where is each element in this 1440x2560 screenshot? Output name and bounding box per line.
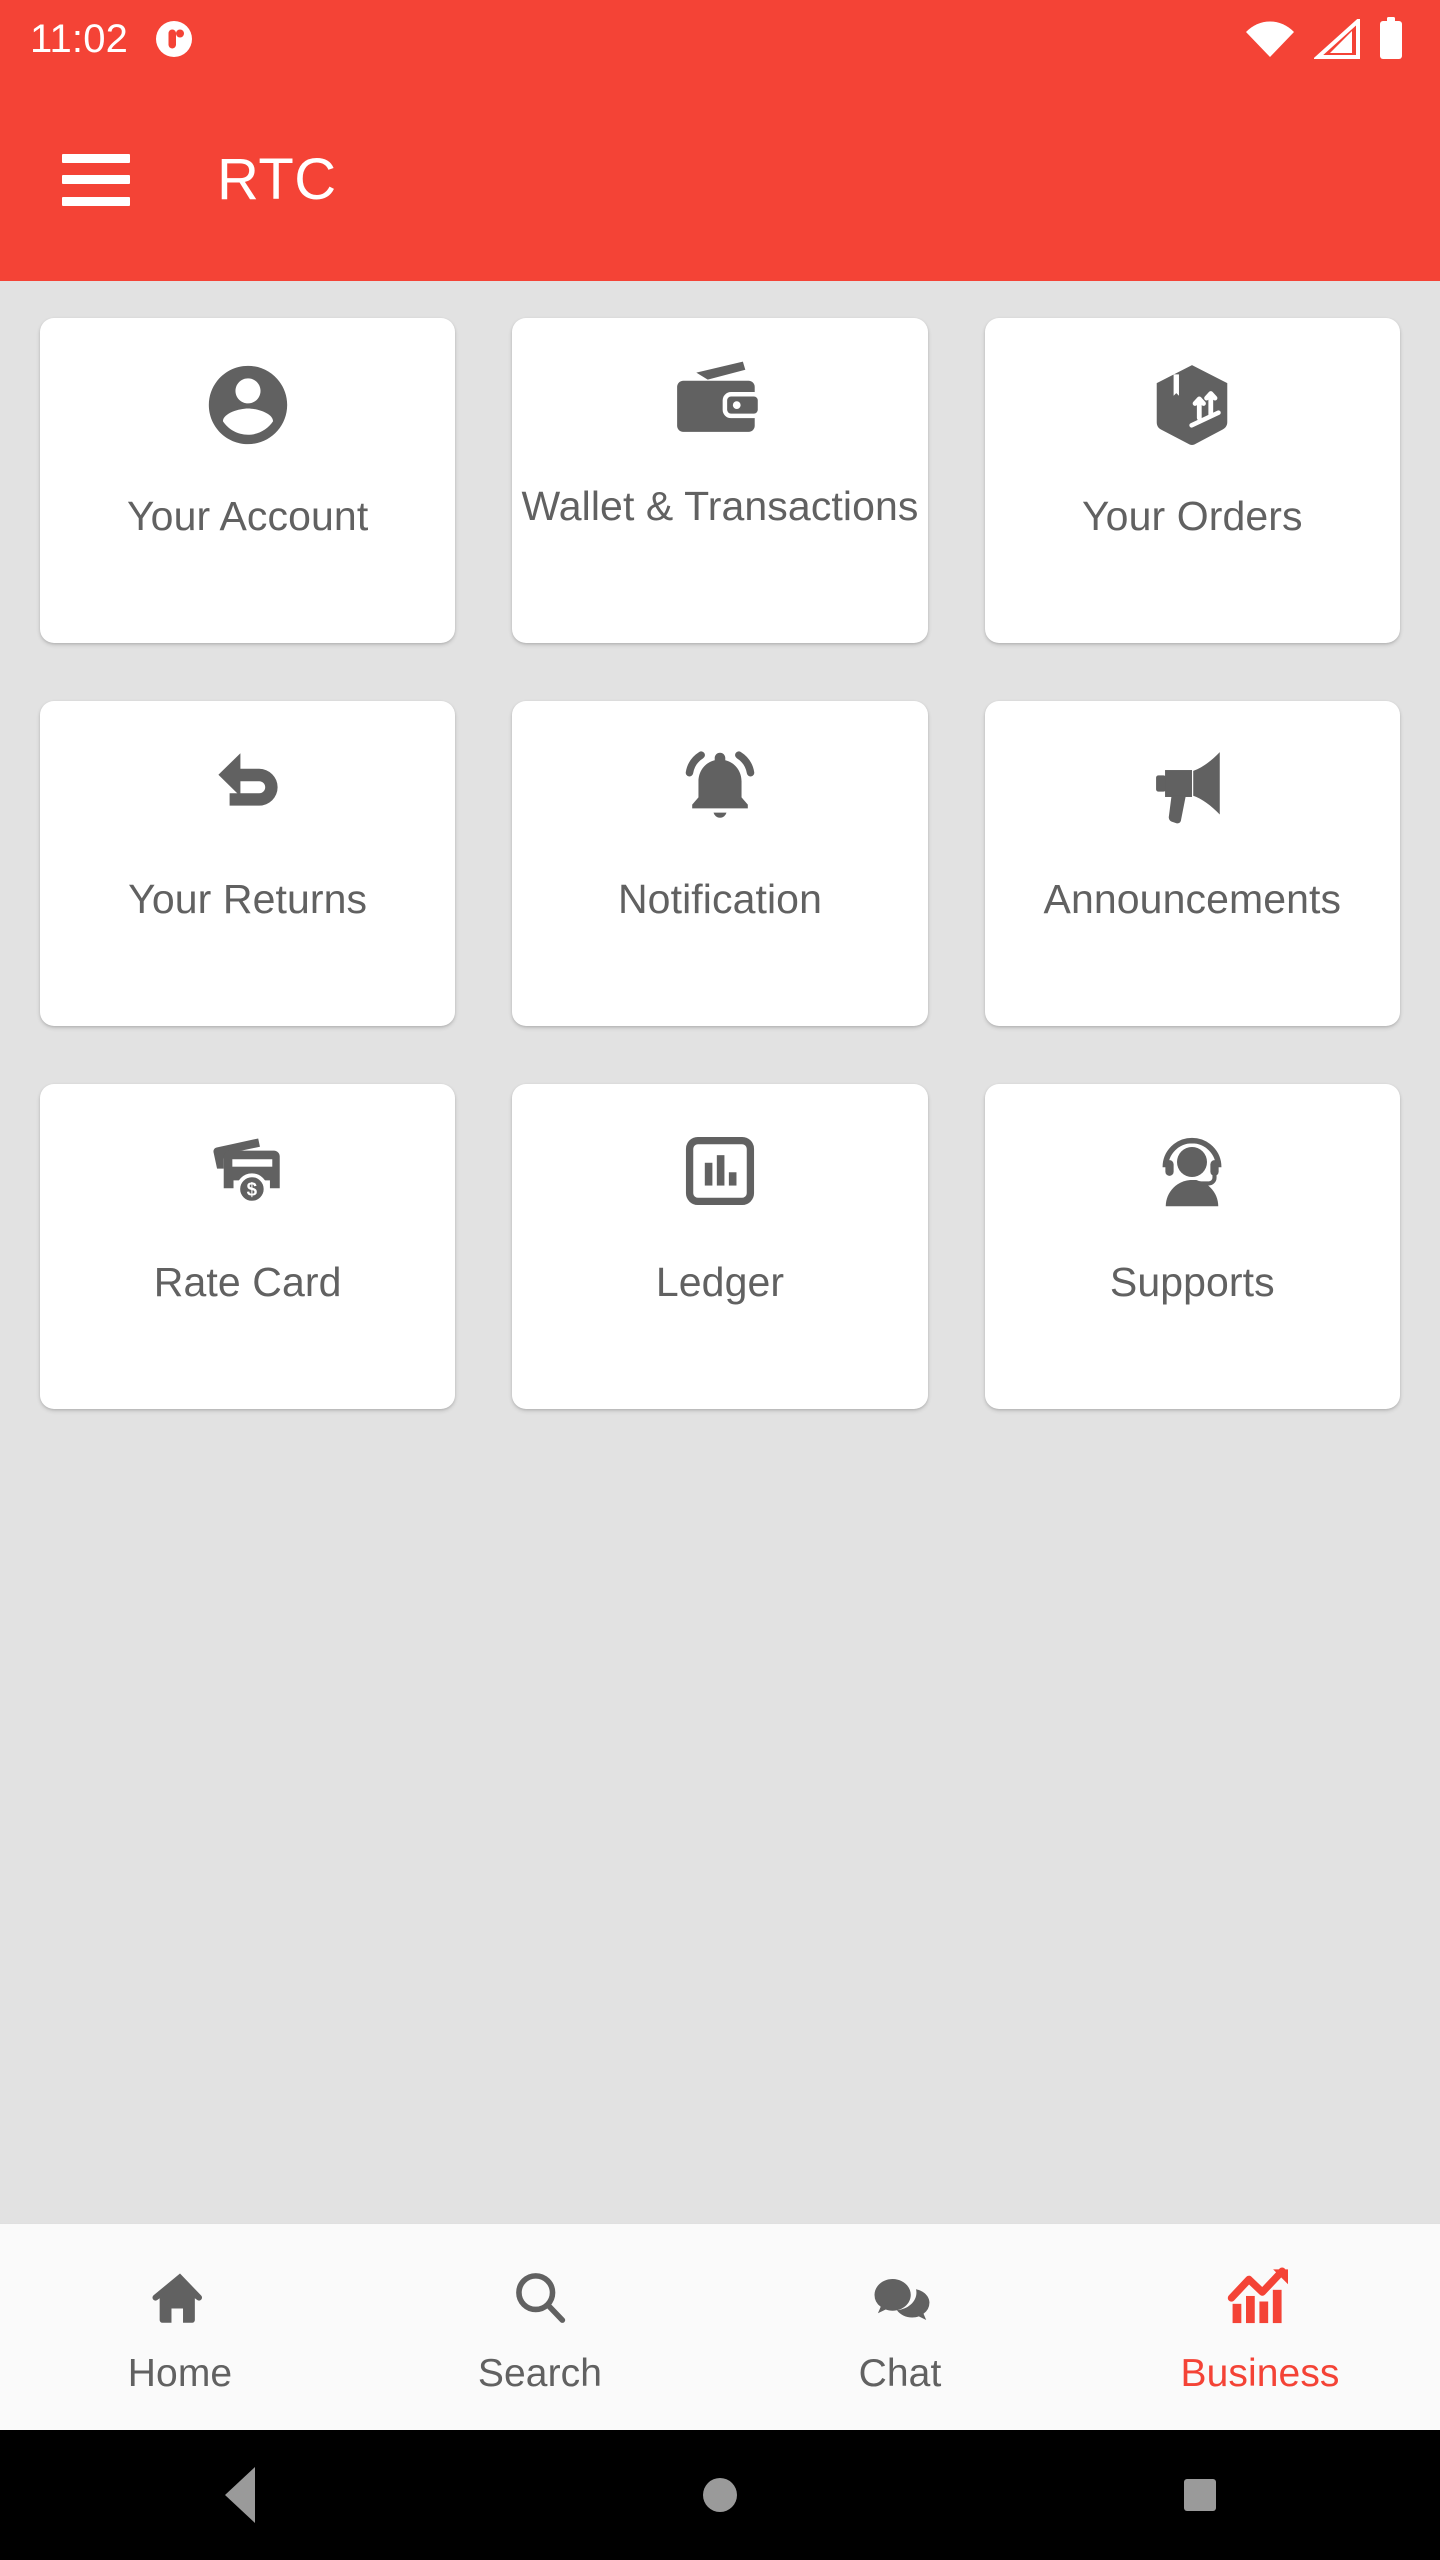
card-label: Notification	[617, 876, 822, 922]
card-label: Ledger	[655, 1259, 785, 1305]
card-notification[interactable]: Notification	[512, 701, 928, 1026]
nav-item-business[interactable]: Business	[1080, 2224, 1440, 2430]
card-announcements[interactable]: Announcements	[984, 701, 1400, 1026]
back-triangle-icon	[225, 2467, 255, 2523]
nav-label: Business	[1180, 2351, 1340, 2395]
card-wallet-transactions[interactable]: Wallet & Transactions	[512, 318, 928, 643]
system-recents-button[interactable]	[960, 2479, 1440, 2511]
card-label: Your Account	[127, 493, 369, 539]
bottom-navigation-bar: Home Search Chat Business	[0, 2223, 1440, 2430]
phone-screen: 11:02 RTC Your Account Wallet & Transact…	[0, 0, 1440, 2560]
home-icon	[147, 2262, 213, 2334]
card-label: Rate Card	[153, 1259, 342, 1305]
hamburger-menu-icon[interactable]	[62, 153, 130, 206]
card-label: Your Returns	[128, 876, 368, 922]
app-bar: RTC	[0, 78, 1440, 281]
card-label: Wallet & Transactions	[521, 483, 919, 529]
package-box-icon	[1146, 318, 1238, 478]
bar-chart-box-icon	[682, 1084, 758, 1244]
system-home-button[interactable]	[480, 2478, 960, 2512]
android-system-navigation	[0, 2430, 1440, 2560]
svg-text:$: $	[246, 1179, 257, 1200]
hamburger-line	[62, 153, 130, 163]
nav-item-chat[interactable]: Chat	[720, 2224, 1080, 2430]
nav-label: Search	[477, 2351, 603, 2395]
status-bar: 11:02	[0, 0, 1440, 78]
recents-square-icon	[1184, 2479, 1216, 2511]
home-circle-icon	[703, 2478, 737, 2512]
search-icon	[508, 2262, 572, 2334]
rate-card-dollar-icon: $	[201, 1084, 295, 1244]
card-your-returns[interactable]: Your Returns	[40, 701, 456, 1026]
dashboard-content: Your Account Wallet & Transactions Your …	[0, 281, 1440, 2223]
hamburger-line	[62, 196, 130, 206]
dashboard-grid: Your Account Wallet & Transactions Your …	[40, 318, 1400, 1409]
return-arrow-icon	[200, 701, 296, 861]
bell-active-icon	[673, 701, 767, 861]
hamburger-line	[62, 175, 130, 184]
wifi-full-icon	[1244, 19, 1296, 59]
card-rate-card[interactable]: $ Rate Card	[40, 1084, 456, 1409]
chat-bubbles-icon	[866, 2262, 934, 2334]
app-notification-badge-icon	[154, 19, 194, 59]
status-bar-left: 11:02	[30, 19, 194, 59]
nav-item-search[interactable]: Search	[360, 2224, 720, 2430]
wallet-icon	[671, 318, 769, 468]
nav-label: Home	[127, 2351, 233, 2395]
card-supports[interactable]: Supports	[984, 1084, 1400, 1409]
nav-label: Chat	[858, 2351, 942, 2395]
page-title: RTC	[217, 146, 337, 212]
trending-bar-chart-icon	[1225, 2262, 1295, 2334]
card-your-account[interactable]: Your Account	[40, 318, 456, 643]
card-label: Your Orders	[1082, 493, 1303, 539]
megaphone-icon	[1143, 701, 1241, 861]
card-label: Announcements	[1043, 876, 1342, 922]
status-bar-right	[1244, 17, 1404, 61]
status-bar-clock: 11:02	[30, 17, 129, 61]
nav-item-home[interactable]: Home	[0, 2224, 360, 2430]
account-circle-icon	[201, 318, 295, 478]
headset-support-icon	[1147, 1084, 1237, 1244]
system-back-button[interactable]	[0, 2467, 480, 2523]
cellular-signal-icon	[1314, 19, 1360, 59]
card-ledger[interactable]: Ledger	[512, 1084, 928, 1409]
card-your-orders[interactable]: Your Orders	[984, 318, 1400, 643]
battery-full-icon	[1378, 17, 1404, 61]
card-label: Supports	[1109, 1259, 1275, 1305]
